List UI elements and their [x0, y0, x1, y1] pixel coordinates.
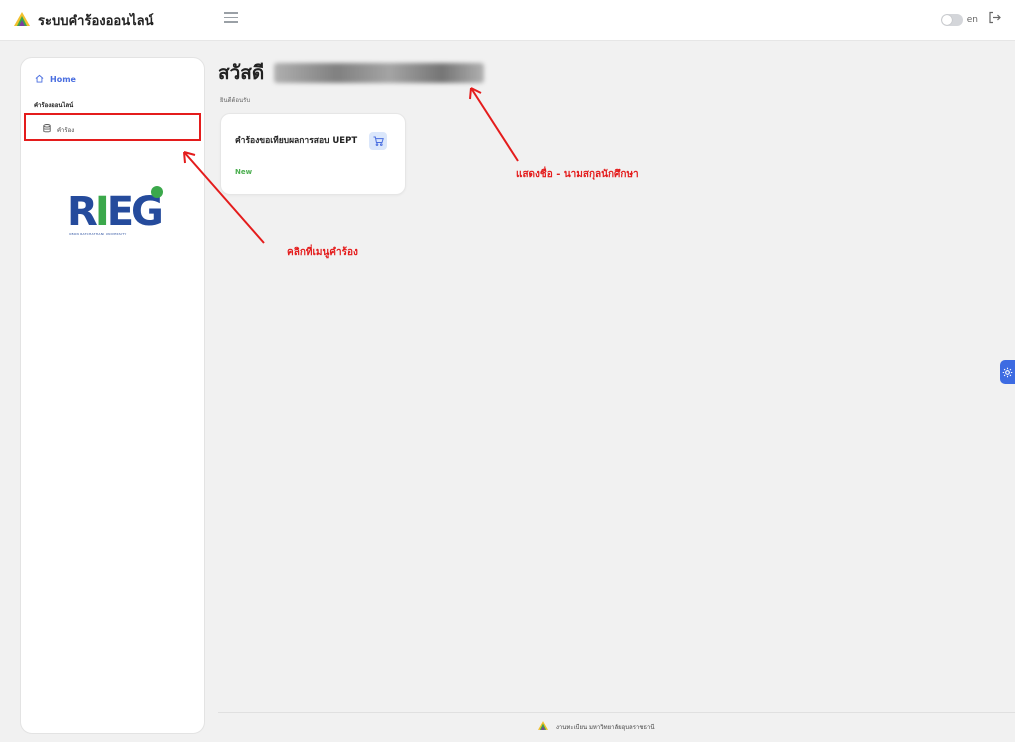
- annotation-name-note: แสดงชื่อ - นามสกุลนักศึกษา: [516, 169, 639, 180]
- mountain-logo-icon: [538, 721, 548, 732]
- footer-text: งานทะเบียน มหาวิทยาลัยอุบลราชธานี: [556, 723, 655, 731]
- settings-tab[interactable]: [1000, 360, 1015, 384]
- annotation-click-note: คลิกที่เมนูคำร้อง: [287, 247, 358, 258]
- gear-icon: [1002, 363, 1013, 382]
- annotation-arrows: [183, 87, 519, 244]
- footer: งานทะเบียน มหาวิทยาลัยอุบลราชธานี: [218, 712, 1015, 742]
